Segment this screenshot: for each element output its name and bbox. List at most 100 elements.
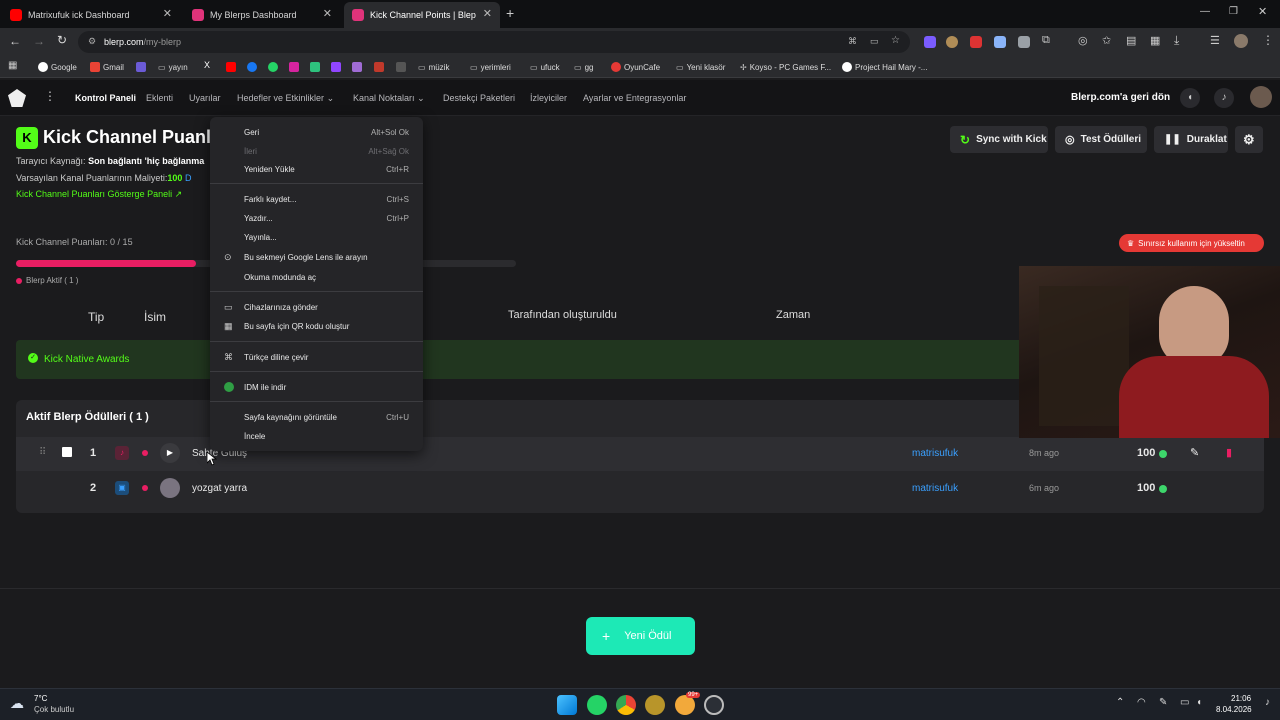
table-row[interactable]: ⠿ 1 ♪ ▶ Sahte Gülüş matrisufuk 8m ago 10… bbox=[16, 437, 1264, 471]
row-checkbox[interactable] bbox=[62, 447, 72, 457]
bell-icon[interactable]: ♪ bbox=[1265, 697, 1270, 708]
trash-icon[interactable]: ▮ bbox=[1226, 446, 1232, 459]
creator-link[interactable]: matrisufuk bbox=[912, 448, 958, 459]
close-icon[interactable]: ✕ bbox=[323, 7, 332, 20]
bookmark-koyso[interactable]: ✢ Koyso - PC Games F... bbox=[740, 61, 831, 73]
menu-item-print[interactable]: Yazdır... Ctrl+P bbox=[210, 209, 423, 227]
bell-icon[interactable]: ♪ bbox=[1214, 88, 1234, 108]
puzzle-icon[interactable]: ⧉ bbox=[1042, 34, 1050, 47]
blerp-logo-icon[interactable] bbox=[8, 89, 26, 107]
menu-item-view-source[interactable]: Sayfa kaynağını görüntüle Ctrl+U bbox=[210, 408, 423, 426]
menu-item-idm[interactable]: IDM ile indir bbox=[210, 378, 423, 396]
weather-desc[interactable]: Çok bulutlu bbox=[34, 705, 74, 714]
cost-edit-link[interactable]: D bbox=[185, 173, 192, 183]
volume-icon[interactable]: ◖ bbox=[1180, 88, 1200, 108]
facebook-icon[interactable] bbox=[247, 62, 257, 72]
chrome-icon[interactable] bbox=[616, 695, 636, 715]
menu-item-forward[interactable]: İleri Alt+Sağ Ok bbox=[210, 142, 423, 160]
bookmark-oyuncafe[interactable]: OyunCafe bbox=[611, 61, 660, 73]
bookmark-google[interactable]: Google bbox=[38, 61, 77, 73]
bookmark-folder-yayin[interactable]: ▭ yayın bbox=[158, 61, 188, 73]
shield-icon[interactable] bbox=[994, 36, 1006, 48]
whatsapp-icon[interactable] bbox=[268, 62, 278, 72]
youtube-icon[interactable] bbox=[226, 62, 236, 72]
test-rewards-button[interactable]: ◎ Test Ödülleri bbox=[1055, 126, 1147, 153]
settings-button[interactable]: ⚙ bbox=[1235, 126, 1263, 153]
tab-kick-channel-points[interactable]: Kick Channel Points | Blep ✕ bbox=[344, 2, 500, 28]
bookmark-folder-gg[interactable]: ▭ gg bbox=[574, 61, 593, 73]
menu-item-reload[interactable]: Yeniden Yükle Ctrl+R bbox=[210, 160, 423, 178]
translate-icon[interactable]: ⌘ bbox=[848, 36, 857, 47]
back-arrow-icon[interactable]: ← bbox=[9, 34, 21, 48]
menu-item-cast[interactable]: Yayınla... bbox=[210, 228, 423, 246]
menu-item-back[interactable]: Geri Alt+Sol Ok bbox=[210, 123, 423, 141]
nav-kanal-noktalari[interactable]: Kanal Noktaları ⌄ bbox=[353, 93, 425, 104]
discord-icon[interactable] bbox=[675, 695, 695, 715]
grid-icon[interactable]: ▦ bbox=[1150, 34, 1160, 47]
bookmark-icon[interactable] bbox=[352, 62, 362, 72]
nav-destekci-paketleri[interactable]: Destekçi Paketleri bbox=[443, 93, 515, 103]
headset-icon[interactable]: ◠ bbox=[1137, 697, 1146, 708]
install-icon[interactable]: ▭ bbox=[870, 36, 879, 47]
nav-kontrol-paneli[interactable]: Kontrol Paneli bbox=[75, 93, 136, 103]
download-icon[interactable]: ⤓ bbox=[1174, 33, 1179, 48]
pen-icon[interactable]: ✎ bbox=[1159, 697, 1167, 708]
speaker-icon[interactable]: ◖ bbox=[1196, 697, 1202, 708]
bookmark-star-icon[interactable]: ☆ bbox=[891, 35, 900, 46]
bookmark-gmail[interactable]: Gmail bbox=[90, 61, 124, 73]
bookmark-project-hail-mary[interactable]: Project Hail Mary -... bbox=[842, 61, 927, 73]
address-bar[interactable]: ⚙ blerp.com/my-blerp ⌘ ▭ ☆ bbox=[78, 31, 910, 53]
menu-item-send-to-devices[interactable]: ▭ Cihazlarınıza gönder bbox=[210, 298, 423, 316]
new-reward-button[interactable]: + Yeni Ödül bbox=[586, 617, 695, 655]
sync-icon[interactable]: ◎ bbox=[1078, 34, 1088, 47]
tab-my-blerps[interactable]: My Blerps Dashboard ✕ bbox=[184, 2, 340, 28]
clock-time[interactable]: 21:06 bbox=[1231, 694, 1251, 703]
app-icon[interactable] bbox=[704, 695, 724, 715]
table-row[interactable]: 2 ▣ yozgat yarra matrisufuk 6m ago 100 bbox=[16, 472, 1264, 506]
maximize-button[interactable]: ❐ bbox=[1229, 6, 1238, 17]
bookmark-icon[interactable] bbox=[396, 62, 406, 72]
window-close-button[interactable]: ✕ bbox=[1258, 5, 1267, 18]
menu-item-inspect[interactable]: İncele bbox=[210, 427, 423, 445]
pencil-icon[interactable]: ✎ bbox=[1190, 446, 1199, 459]
sidepanel-icon[interactable]: ▤ bbox=[1126, 34, 1136, 47]
apps-grid-icon[interactable]: ▦ bbox=[8, 60, 17, 71]
extension-icon[interactable] bbox=[924, 36, 936, 48]
extension-icon[interactable] bbox=[970, 36, 982, 48]
app-icon[interactable] bbox=[645, 695, 665, 715]
instagram-icon[interactable] bbox=[289, 62, 299, 72]
back-to-blerp-link[interactable]: Blerp.com'a geri dön bbox=[1071, 92, 1170, 103]
pause-button[interactable]: ❚❚ Duraklat bbox=[1154, 126, 1228, 153]
nav-izleyiciler[interactable]: İzleyiciler bbox=[530, 93, 567, 103]
bookmark-folder-yeni[interactable]: ▭ Yeni klasör bbox=[676, 61, 725, 73]
kick-native-awards-row[interactable]: ✓ Kick Native Awards bbox=[16, 340, 1036, 379]
menu-item-translate[interactable]: ⌘ Türkçe diline çevir bbox=[210, 348, 423, 366]
bookmark-icon[interactable] bbox=[136, 62, 146, 72]
reload-icon[interactable]: ↻ bbox=[57, 33, 67, 47]
forward-arrow-icon[interactable]: → bbox=[33, 34, 45, 48]
chevron-up-icon[interactable]: ⌃ bbox=[1116, 697, 1124, 708]
new-tab-button[interactable]: + bbox=[506, 5, 514, 21]
media-icon[interactable]: ☰ bbox=[1210, 34, 1220, 47]
nav-uyarilar[interactable]: Uyarılar bbox=[189, 93, 221, 103]
extension-icon[interactable] bbox=[1018, 36, 1030, 48]
star-list-icon[interactable]: ✩ bbox=[1102, 34, 1111, 47]
bookmark-folder-ufuck[interactable]: ▭ ufuck bbox=[530, 61, 560, 73]
nav-hedefler[interactable]: Hedefler ve Etkinlikler ⌄ bbox=[237, 93, 334, 104]
hashtag-icon[interactable] bbox=[310, 62, 320, 72]
extension-icon[interactable] bbox=[946, 36, 958, 48]
menu-item-google-lens[interactable]: ⊙ Bu sekmeyi Google Lens ile arayın bbox=[210, 248, 423, 266]
user-avatar[interactable] bbox=[1250, 86, 1272, 108]
nav-eklenti[interactable]: Eklenti bbox=[146, 93, 173, 103]
minimize-button[interactable]: — bbox=[1200, 6, 1210, 17]
close-icon[interactable]: ✕ bbox=[163, 7, 172, 20]
site-info-icon[interactable]: ⚙ bbox=[88, 36, 96, 47]
monitor-icon[interactable]: ▭ bbox=[1180, 697, 1189, 708]
upgrade-button[interactable]: ♛ Sınırsız kullanım için yükseltin bbox=[1119, 234, 1264, 252]
reward-thumbnail[interactable] bbox=[160, 478, 180, 498]
sync-with-kick-button[interactable]: ↻ Sync with Kick bbox=[950, 126, 1048, 153]
menu-dots-icon[interactable]: ⋮ bbox=[44, 89, 56, 103]
drag-handle-icon[interactable]: ⠿ bbox=[39, 447, 46, 458]
nav-ayarlar[interactable]: Ayarlar ve Entegrasyonlar bbox=[583, 93, 686, 103]
menu-kebab-icon[interactable]: ⋮ bbox=[1262, 33, 1274, 47]
